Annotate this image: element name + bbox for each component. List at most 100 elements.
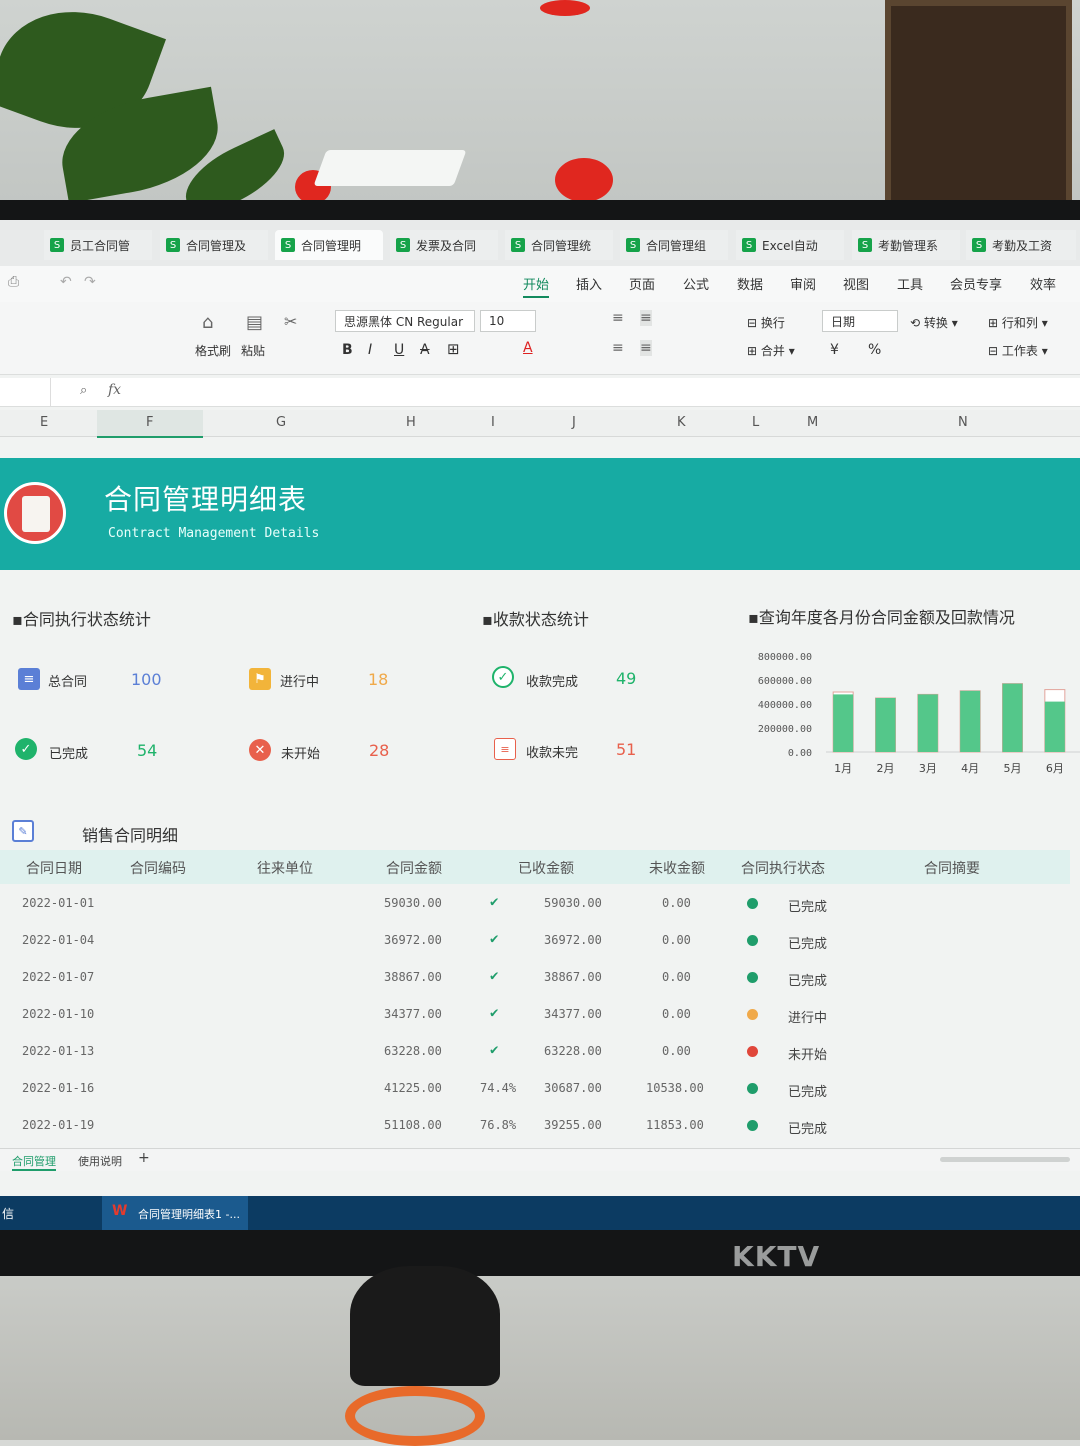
- bold-button[interactable]: B: [342, 342, 353, 358]
- spreadsheet-icon: S: [858, 238, 872, 252]
- tab-4[interactable]: S 合同管理统: [505, 230, 613, 260]
- number-format-select[interactable]: 日期: [822, 310, 898, 332]
- y-tick-label: 200000.00: [758, 724, 812, 735]
- wrap-button[interactable]: ⊟ 换行: [747, 314, 785, 331]
- col-header[interactable]: M: [807, 415, 818, 430]
- cell-date: 2022-01-01: [22, 896, 95, 910]
- cell-unpaid: 0.00: [662, 1044, 691, 1058]
- zoom-icon[interactable]: ⌕: [80, 383, 87, 398]
- cell-received: 36972.00: [544, 933, 602, 947]
- cell-date: 2022-01-16: [22, 1081, 95, 1095]
- x-tick-label: 1月: [834, 762, 852, 775]
- cell-unpaid: 0.00: [662, 896, 691, 910]
- cell-amount: 38867.00: [384, 970, 442, 984]
- stat-done-value: 54: [137, 741, 158, 760]
- rows-cols-button[interactable]: ⊞ 行和列 ▾: [988, 314, 1048, 331]
- tab-7[interactable]: S 考勤管理系: [852, 230, 960, 260]
- stat-notstarted-value: 28: [369, 741, 390, 760]
- menu-home[interactable]: 开始: [523, 274, 550, 298]
- col-header[interactable]: G: [276, 415, 286, 430]
- formula-input[interactable]: [135, 378, 1080, 406]
- bar-series-2: [875, 698, 896, 752]
- font-color-button[interactable]: A: [523, 340, 533, 356]
- menu-data[interactable]: 数据: [737, 274, 763, 293]
- monitor-stand: [350, 1266, 500, 1386]
- sheet-tab-help[interactable]: 使用说明: [78, 1153, 122, 1169]
- strikethrough-button[interactable]: A: [420, 342, 430, 358]
- cell-received: 63228.00: [544, 1044, 602, 1058]
- convert-button[interactable]: ⟲ 转换 ▾: [910, 314, 958, 331]
- currency-button[interactable]: ¥: [830, 342, 839, 358]
- tab-2[interactable]: S 合同管理明: [275, 230, 383, 260]
- cut-icon[interactable]: ✂: [284, 312, 297, 331]
- italic-button[interactable]: I: [368, 342, 372, 358]
- tab-1[interactable]: S 合同管理及: [160, 230, 268, 260]
- spreadsheet-icon: S: [511, 238, 525, 252]
- cell-ratio: ✔: [490, 894, 499, 910]
- menu-tools[interactable]: 工具: [897, 274, 923, 293]
- col-header[interactable]: F: [146, 415, 153, 430]
- paste-icon[interactable]: ▤: [246, 312, 263, 333]
- align-left-icon[interactable]: ≡: [612, 340, 624, 356]
- menu-page[interactable]: 页面: [629, 274, 655, 293]
- redo-icon[interactable]: ↷: [84, 274, 96, 290]
- align-top-icon[interactable]: ≡: [612, 310, 624, 326]
- tab-8[interactable]: S 考勤及工资: [966, 230, 1076, 260]
- underline-button[interactable]: U: [394, 342, 404, 358]
- col-header[interactable]: N: [958, 415, 968, 430]
- fx-icon[interactable]: fx: [108, 382, 121, 398]
- spreadsheet-icon: S: [281, 238, 295, 252]
- merge-button[interactable]: ⊞ 合并 ▾: [747, 342, 795, 359]
- wps-icon: W: [112, 1203, 128, 1219]
- font-select[interactable]: 思源黑体 CN Regular: [335, 310, 475, 332]
- percent-button[interactable]: %: [868, 342, 881, 358]
- menu-insert[interactable]: 插入: [576, 274, 602, 293]
- sheet-tab-contract[interactable]: 合同管理: [12, 1153, 56, 1171]
- cell-status: 已完成: [788, 900, 828, 915]
- spreadsheet-icon: S: [972, 238, 986, 252]
- table-row: 2022-01-10 34377.00 ✔ 34377.00 0.00 进行中: [0, 995, 1070, 1032]
- tab-3[interactable]: S 发票及合同: [390, 230, 498, 260]
- col-header[interactable]: I: [491, 415, 495, 430]
- menu-review[interactable]: 审阅: [790, 274, 816, 293]
- col-header[interactable]: L: [752, 415, 759, 430]
- taskbar-wps-app[interactable]: W 合同管理明细表1 -...: [102, 1196, 248, 1230]
- cell-unpaid: 0.00: [662, 1007, 691, 1021]
- tab-0[interactable]: S 员工合同管: [44, 230, 152, 260]
- menu-formula[interactable]: 公式: [683, 274, 709, 293]
- cell-status: 未开始: [788, 1048, 828, 1063]
- print-icon[interactable]: ⎙: [8, 274, 19, 290]
- add-sheet-button[interactable]: +: [138, 1150, 150, 1166]
- horizontal-scrollbar[interactable]: [940, 1157, 1070, 1162]
- cell-status: 进行中: [788, 1011, 828, 1026]
- align-middle-icon[interactable]: ≡: [640, 310, 652, 326]
- border-icon[interactable]: ⊞: [447, 340, 460, 358]
- font-size-select[interactable]: 10: [480, 310, 536, 332]
- ceiling-light: [313, 150, 467, 186]
- col-header[interactable]: H: [406, 415, 416, 430]
- bracelet: [345, 1386, 485, 1446]
- table-row: 2022-01-04 36972.00 ✔ 36972.00 0.00 已完成: [0, 921, 1070, 958]
- taskbar-left-label: 信: [2, 1207, 15, 1221]
- undo-icon[interactable]: ↶: [60, 274, 72, 290]
- worksheet-button[interactable]: ⊟ 工作表 ▾: [988, 342, 1048, 359]
- status-dot-done: [747, 898, 758, 909]
- stat-progress-label: 进行中: [280, 675, 320, 690]
- col-header[interactable]: J: [572, 415, 576, 430]
- flag-icon: ⚑: [249, 668, 271, 690]
- menu-efficiency[interactable]: 效率: [1030, 274, 1056, 293]
- name-box[interactable]: [0, 378, 51, 406]
- align-center-icon[interactable]: ≡: [640, 340, 652, 356]
- col-header[interactable]: E: [40, 415, 48, 430]
- menu-member[interactable]: 会员专享: [950, 274, 1002, 293]
- col-header[interactable]: K: [677, 415, 686, 430]
- cell-received: 39255.00: [544, 1118, 602, 1132]
- paste-button[interactable]: 粘贴: [241, 342, 265, 359]
- tab-6[interactable]: S Excel自动: [736, 230, 844, 260]
- format-painter-icon[interactable]: ⌂: [202, 312, 213, 333]
- format-painter-button[interactable]: 格式刷: [195, 342, 231, 359]
- tab-5[interactable]: S 合同管理组: [620, 230, 728, 260]
- menu-view[interactable]: 视图: [843, 274, 869, 293]
- sheet-tabs: 合同管理 使用说明 +: [0, 1148, 1080, 1171]
- cell-date: 2022-01-07: [22, 970, 95, 984]
